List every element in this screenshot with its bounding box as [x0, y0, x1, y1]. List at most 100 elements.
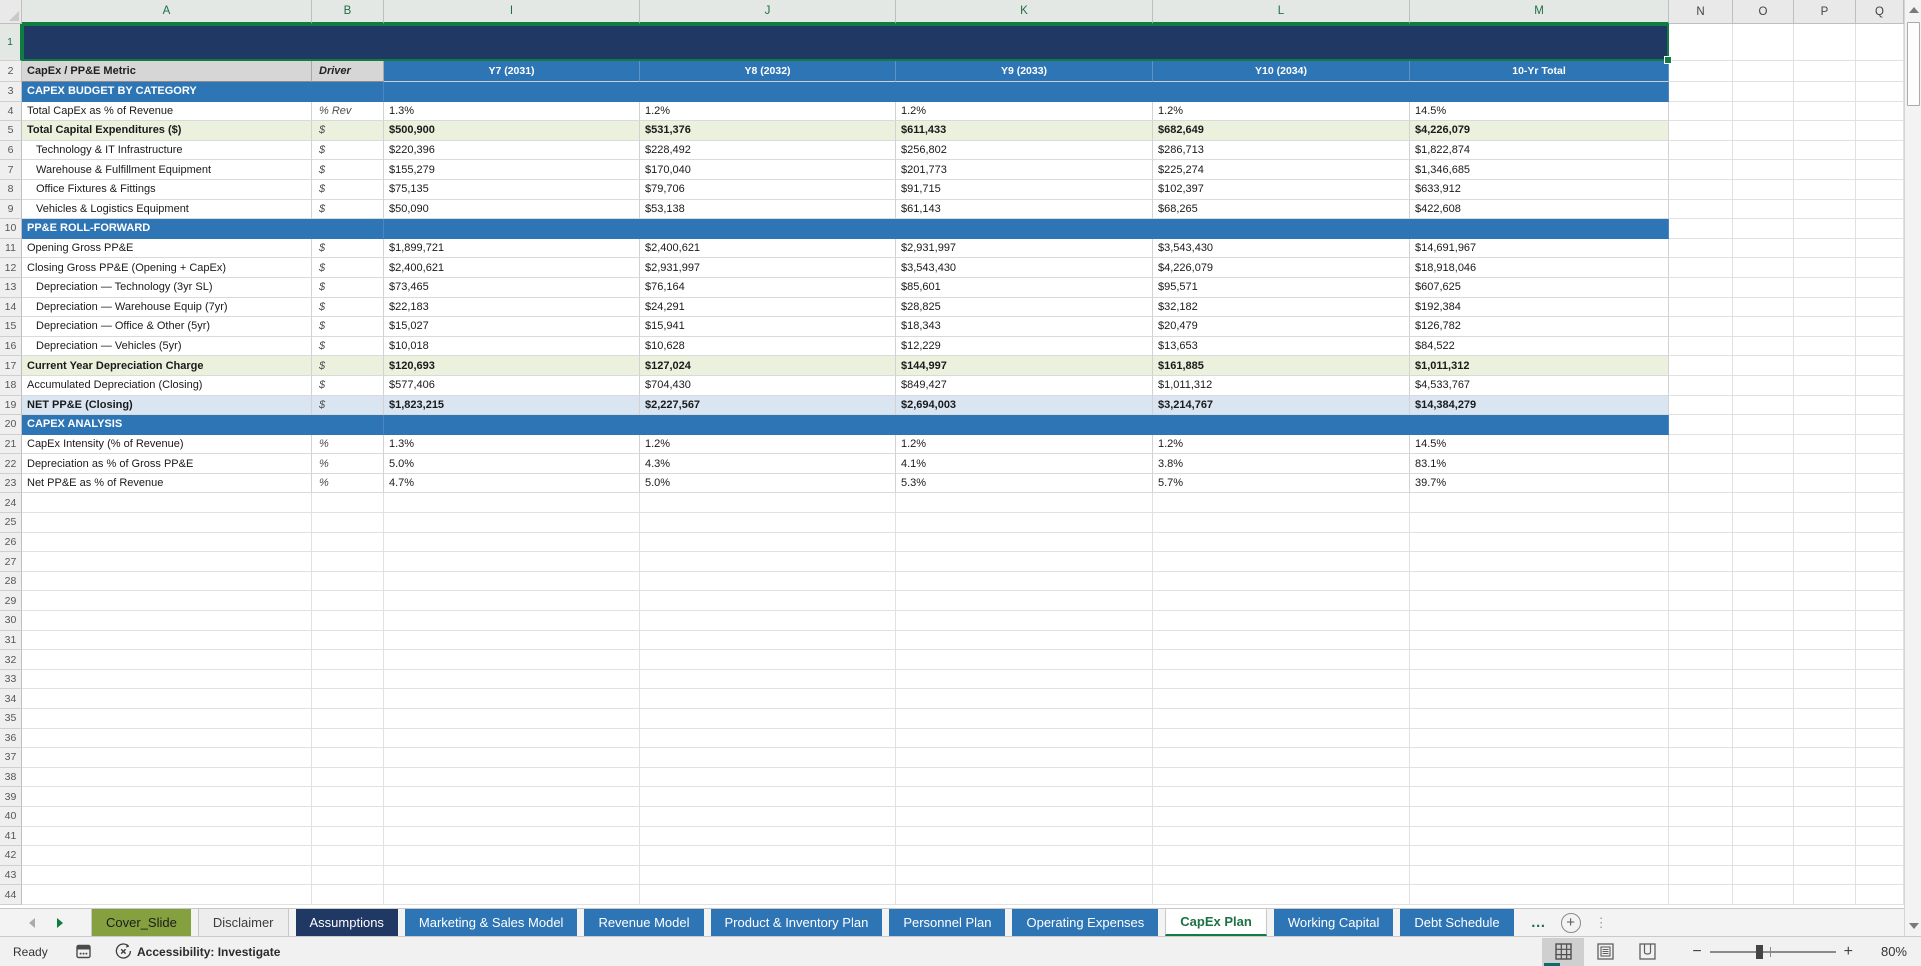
cell-L23-value[interactable]: 5.7% [1153, 473, 1410, 494]
cell-Q19[interactable] [1856, 395, 1904, 416]
row-header-8[interactable]: 8 [0, 179, 22, 200]
cell-Q31[interactable] [1856, 630, 1904, 651]
row-header-42[interactable]: 42 [0, 846, 22, 866]
cell-Q27[interactable] [1856, 552, 1904, 572]
cell-K40[interactable] [896, 806, 1153, 827]
cell-N41[interactable] [1669, 826, 1733, 847]
cell-K34[interactable] [896, 689, 1153, 709]
cell-K33[interactable] [896, 669, 1153, 690]
cell-N10[interactable] [1669, 219, 1733, 239]
cell-Q28[interactable] [1856, 571, 1904, 592]
row-header-2[interactable]: 2 [0, 61, 22, 82]
cell-M40[interactable] [1410, 806, 1669, 827]
column-header-M[interactable]: M [1410, 0, 1669, 24]
cell-P22[interactable] [1794, 454, 1856, 474]
cell-L26[interactable] [1153, 532, 1410, 553]
cell-L22-value[interactable]: 3.8% [1153, 454, 1410, 474]
cell-J39[interactable] [640, 787, 896, 807]
cell-L11-value[interactable]: $3,543,430 [1153, 238, 1410, 259]
cell-M28[interactable] [1410, 571, 1669, 592]
cell-L5-value[interactable]: $682,649 [1153, 121, 1410, 141]
cell-M43[interactable] [1410, 865, 1669, 886]
cell-M39[interactable] [1410, 787, 1669, 807]
cell-J29[interactable] [640, 591, 896, 612]
cell-I36[interactable] [384, 728, 640, 749]
cell-M36[interactable] [1410, 728, 1669, 749]
cell-B29[interactable] [312, 591, 384, 612]
cell-Q39[interactable] [1856, 787, 1904, 807]
sheet-tab-assumptions[interactable]: Assumptions [295, 909, 398, 936]
cell-O2[interactable] [1733, 61, 1794, 82]
add-sheet-button[interactable]: + [1560, 912, 1581, 933]
cell-M9-value[interactable]: $422,608 [1410, 199, 1669, 220]
cell-L9-value[interactable]: $68,265 [1153, 199, 1410, 220]
cell-J28[interactable] [640, 571, 896, 592]
cell-J2-year-header[interactable]: Y8 (2032) [640, 61, 896, 82]
cell-J25[interactable] [640, 513, 896, 533]
cell-Q41[interactable] [1856, 826, 1904, 847]
cell-N5[interactable] [1669, 121, 1733, 141]
cell-J31[interactable] [640, 630, 896, 651]
cell-I15-value[interactable]: $15,027 [384, 317, 640, 337]
cell-A26[interactable] [22, 532, 312, 553]
cell-Q33[interactable] [1856, 669, 1904, 690]
cell-A16-label[interactable]: Depreciation — Vehicles (5yr) [22, 336, 312, 357]
cell-B37[interactable] [312, 748, 384, 768]
cell-J6-value[interactable]: $228,492 [640, 140, 896, 161]
cell-A13-label[interactable]: Depreciation — Technology (3yr SL) [22, 277, 312, 298]
cell-M30[interactable] [1410, 611, 1669, 631]
cell-N16[interactable] [1669, 336, 1733, 357]
cell-I19-value[interactable]: $1,823,215 [384, 395, 640, 416]
cell-J19-value[interactable]: $2,227,567 [640, 395, 896, 416]
cell-A7-label[interactable]: Warehouse & Fulfillment Equipment [22, 160, 312, 180]
cell-P39[interactable] [1794, 787, 1856, 807]
cell-B33[interactable] [312, 669, 384, 690]
row-header-29[interactable]: 29 [0, 591, 22, 612]
tab-scroll-right-icon[interactable] [56, 917, 63, 928]
cell-M22-value[interactable]: 83.1% [1410, 454, 1669, 474]
cell-P14[interactable] [1794, 297, 1856, 318]
cell-A29[interactable] [22, 591, 312, 612]
cell-B4-driver[interactable]: % Rev [312, 101, 384, 122]
cell-A23-label[interactable]: Net PP&E as % of Revenue [22, 473, 312, 494]
vertical-scrollbar[interactable] [1904, 0, 1921, 936]
cell-K4-value[interactable]: 1.2% [896, 101, 1153, 122]
cell-Q32[interactable] [1856, 650, 1904, 670]
cell-B17-driver[interactable]: $ [312, 356, 384, 376]
cell-J21-value[interactable]: 1.2% [640, 434, 896, 455]
cell-N43[interactable] [1669, 865, 1733, 886]
cell-M15-value[interactable]: $126,782 [1410, 317, 1669, 337]
cell-I27[interactable] [384, 552, 640, 572]
cell-K15-value[interactable]: $18,343 [896, 317, 1153, 337]
cell-A6-label[interactable]: Technology & IT Infrastructure [22, 140, 312, 161]
cell-L38[interactable] [1153, 767, 1410, 788]
column-header-N[interactable]: N [1669, 0, 1733, 24]
cell-O6[interactable] [1733, 140, 1794, 161]
cell-I21-value[interactable]: 1.3% [384, 434, 640, 455]
cell-M6-value[interactable]: $1,822,874 [1410, 140, 1669, 161]
cell-B38[interactable] [312, 767, 384, 788]
cell-O40[interactable] [1733, 806, 1794, 827]
cell-N21[interactable] [1669, 434, 1733, 455]
cell-A44[interactable] [22, 885, 312, 905]
cell-M21-value[interactable]: 14.5% [1410, 434, 1669, 455]
cell-L33[interactable] [1153, 669, 1410, 690]
row-header-1[interactable]: 1 [0, 24, 22, 61]
cell-P4[interactable] [1794, 101, 1856, 122]
cell-K14-value[interactable]: $28,825 [896, 297, 1153, 318]
cell-Q29[interactable] [1856, 591, 1904, 612]
cell-N30[interactable] [1669, 611, 1733, 631]
normal-view-button[interactable] [1542, 937, 1585, 966]
zoom-out-icon[interactable]: − [1684, 943, 1709, 961]
cell-I6-value[interactable]: $220,396 [384, 140, 640, 161]
cell-N27[interactable] [1669, 552, 1733, 572]
row-header-6[interactable]: 6 [0, 140, 22, 161]
cell-A9-label[interactable]: Vehicles & Logistics Equipment [22, 199, 312, 220]
tab-options-icon[interactable]: ⋮ [1595, 915, 1608, 931]
cell-K41[interactable] [896, 826, 1153, 847]
cell-K11-value[interactable]: $2,931,997 [896, 238, 1153, 259]
cell-B28[interactable] [312, 571, 384, 592]
sheet-tab-cover-slide[interactable]: Cover_Slide [92, 909, 191, 936]
cell-O1[interactable] [1733, 24, 1794, 61]
cell-Q6[interactable] [1856, 140, 1904, 161]
